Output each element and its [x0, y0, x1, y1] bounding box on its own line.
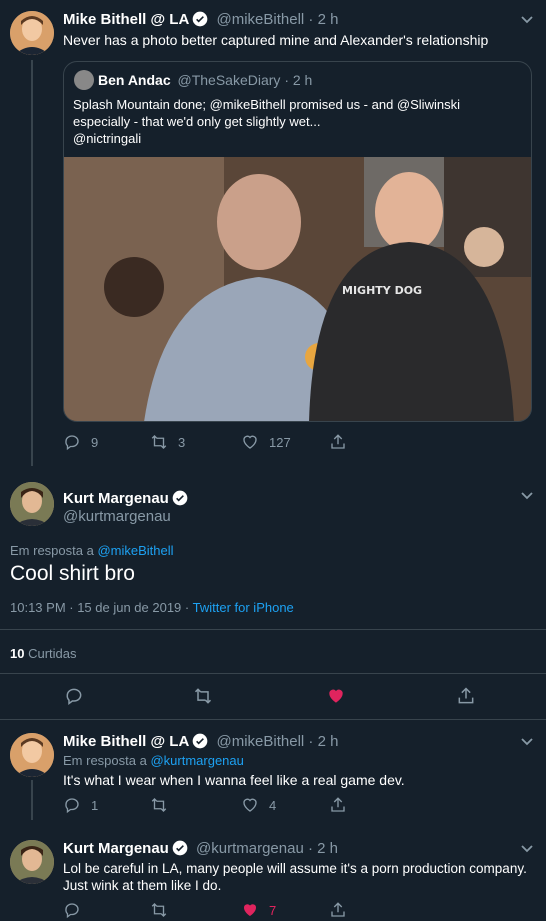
handle[interactable]: @mikeBithell	[216, 11, 304, 28]
share-button[interactable]	[329, 796, 357, 814]
timestamp[interactable]: · 2 h	[308, 840, 338, 857]
verified-icon	[192, 11, 208, 27]
like-button[interactable]: 7	[241, 901, 276, 919]
avatar[interactable]	[10, 733, 54, 777]
handle[interactable]: @kurtmargenau	[196, 840, 304, 857]
share-icon	[331, 797, 345, 812]
reply-icon	[65, 903, 79, 919]
author-name[interactable]: Mike Bithell @ LA	[63, 733, 189, 750]
retweet-icon	[151, 798, 167, 812]
quoted-tweet[interactable]: Ben Andac @TheSakeDiary · 2 h Splash Mou…	[63, 61, 532, 422]
handle[interactable]: @kurtmargenau	[63, 508, 171, 525]
retweet-button[interactable]	[193, 686, 213, 706]
share-icon	[331, 434, 345, 449]
quote-photo[interactable]: MIGHTY DOG	[64, 157, 531, 421]
share-button[interactable]	[456, 686, 476, 706]
share-button[interactable]	[329, 433, 357, 451]
shirt-text: MIGHTY DOG	[342, 284, 422, 297]
quote-text: Splash Mountain done; @mikeBithell promi…	[73, 97, 460, 129]
reply-icon	[65, 435, 79, 451]
quote-text-mention: @nictringali	[73, 131, 142, 146]
timestamp[interactable]: · 2 h	[308, 733, 338, 750]
like-count: 7	[269, 902, 277, 918]
likes-stat-label: Curtidas	[28, 646, 77, 661]
share-button[interactable]	[329, 901, 357, 919]
like-count: 4	[269, 797, 277, 813]
chevron-down-icon[interactable]	[520, 844, 534, 854]
reply-to-link[interactable]: @mikeBithell	[97, 543, 173, 558]
reply-button[interactable]: 9	[63, 433, 98, 451]
reply-to-link[interactable]: @kurtmargenau	[150, 753, 243, 768]
author-name[interactable]: Kurt Margenau	[63, 490, 169, 507]
like-button[interactable]: 127	[241, 433, 291, 451]
chevron-down-icon[interactable]	[520, 15, 534, 25]
heart-filled-icon	[329, 689, 343, 703]
retweet-button[interactable]	[150, 796, 178, 814]
retweet-button[interactable]: 3	[150, 433, 185, 451]
verified-icon	[172, 840, 188, 856]
heart-icon	[243, 435, 257, 449]
tweet-text: Just wink at them like I do.	[63, 878, 222, 893]
retweet-icon	[151, 903, 167, 917]
reply-prefix: Em resposta a	[63, 753, 147, 768]
quote-handle: @TheSakeDiary	[177, 72, 281, 88]
photo-image: MIGHTY DOG	[64, 157, 531, 421]
reply-button[interactable]	[63, 901, 91, 919]
divider	[0, 673, 546, 674]
tweet-text: Lol be careful in LA, many people will a…	[63, 861, 527, 876]
reply-prefix: Em resposta a	[10, 543, 94, 558]
thread-line	[31, 780, 33, 820]
author-name[interactable]: Kurt Margenau	[63, 840, 169, 857]
tweet-text: It's what I wear when I wanna feel like …	[63, 772, 405, 788]
retweet-icon	[194, 688, 212, 704]
tweet-text: Never has a photo better captured mine a…	[63, 32, 489, 48]
reply-count: 9	[91, 434, 99, 450]
divider	[0, 719, 546, 720]
timestamp[interactable]: · 2 h	[308, 11, 338, 28]
retweet-count: 3	[178, 434, 186, 450]
reply-button[interactable]	[64, 686, 84, 706]
reply-button[interactable]: 1	[63, 796, 98, 814]
retweet-icon	[151, 435, 167, 449]
avatar	[74, 70, 94, 90]
handle[interactable]: @mikeBithell	[216, 733, 304, 750]
share-icon	[331, 902, 345, 917]
share-icon	[458, 687, 474, 704]
like-button[interactable]	[326, 686, 346, 706]
heart-filled-icon	[243, 904, 257, 916]
likes-stat-count: 10	[10, 646, 25, 661]
chevron-down-icon[interactable]	[520, 737, 534, 747]
verified-icon	[172, 490, 188, 506]
reply-icon	[66, 688, 82, 705]
main-tweet-text: Cool shirt bro	[10, 562, 135, 585]
reply-count: 1	[91, 797, 99, 813]
verified-icon	[192, 733, 208, 749]
heart-icon	[243, 798, 257, 812]
timestamp[interactable]: 10:13 PM · 15 de jun de 2019 ·	[10, 600, 189, 615]
quote-time: · 2 h	[284, 72, 313, 88]
source-link[interactable]: Twitter for iPhone	[193, 600, 294, 615]
reply-icon	[65, 798, 79, 814]
like-button[interactable]: 4	[241, 796, 276, 814]
retweet-button[interactable]	[150, 901, 178, 919]
thread-line	[31, 60, 33, 466]
avatar[interactable]	[10, 840, 54, 884]
avatar[interactable]	[10, 482, 54, 526]
divider	[0, 629, 546, 630]
avatar[interactable]	[10, 11, 54, 55]
like-count: 127	[269, 434, 291, 450]
quote-author-name: Ben Andac	[98, 72, 171, 88]
chevron-down-icon[interactable]	[520, 491, 534, 501]
likes-stat[interactable]: 10 Curtidas	[10, 646, 77, 661]
author-name[interactable]: Mike Bithell @ LA	[63, 11, 189, 28]
